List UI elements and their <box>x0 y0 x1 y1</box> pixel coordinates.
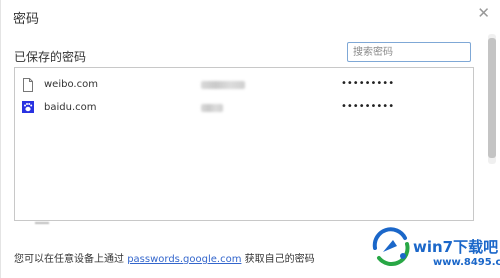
saved-passwords-heading: 已保存的密码 <box>14 50 87 64</box>
blurred-username <box>201 81 245 89</box>
dialog-title: 密码 <box>13 12 40 27</box>
watermark-logo-icon <box>372 227 410 266</box>
watermark: win7下载吧 www.8495.com <box>361 220 500 278</box>
blurred-mark <box>35 222 49 224</box>
passwords-dialog: 密码 ✕ 已保存的密码 weibo.com ••••••••• <box>0 0 500 278</box>
footer-suffix: 获取自己的密码 <box>244 254 315 265</box>
saved-passwords-list: weibo.com ••••••••• baidu.com ••••••••• <box>14 67 474 221</box>
scrollbar-thumb[interactable] <box>488 38 496 158</box>
password-row-baidu[interactable]: baidu.com ••••••••• <box>15 97 473 119</box>
masked-password: ••••••••• <box>341 78 395 89</box>
baidu-paw-icon <box>22 101 34 115</box>
site-url: baidu.com <box>44 102 97 113</box>
watermark-title: win7下载吧 <box>413 238 499 256</box>
footer-prefix: 您可以在任意设备上通过 <box>14 254 124 265</box>
footer-note: 您可以在任意设备上通过 passwords.google.com 获取自己的密码 <box>14 250 315 265</box>
search-passwords-input[interactable] <box>347 42 471 62</box>
masked-password: ••••••••• <box>341 101 395 112</box>
blurred-username <box>201 104 223 112</box>
site-url: weibo.com <box>44 79 98 90</box>
password-row-weibo[interactable]: weibo.com ••••••••• <box>15 74 473 96</box>
page-icon <box>22 78 34 92</box>
passwords-google-link[interactable]: passwords.google.com <box>127 254 241 265</box>
watermark-url: www.8495.com <box>433 257 500 268</box>
close-icon[interactable]: ✕ <box>477 6 490 21</box>
